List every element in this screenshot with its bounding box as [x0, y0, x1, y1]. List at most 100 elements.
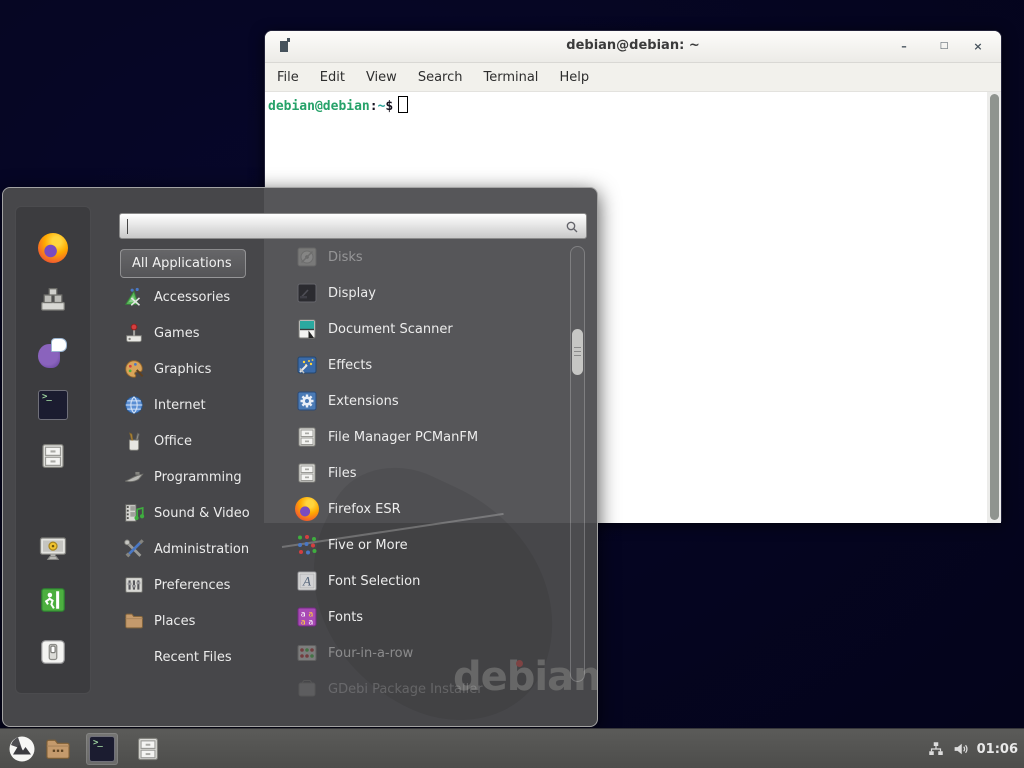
app-row-disks[interactable]: Disks — [285, 239, 571, 275]
terminal-menubar: File Edit View Search Terminal Help — [265, 63, 1001, 92]
category-label: Preferences — [154, 578, 230, 593]
category-games[interactable]: Games — [113, 315, 285, 351]
effects-icon — [295, 353, 319, 377]
app-row-firefox-esr[interactable]: Firefox ESR — [285, 491, 571, 527]
firefox-icon — [38, 233, 68, 263]
shell-prompt: debian@debian:~$ — [268, 96, 408, 114]
category-label: Recent Files — [154, 650, 232, 665]
app-label: Extensions — [328, 394, 399, 409]
network-icon[interactable] — [927, 740, 945, 758]
app-label: Four-in-a-row — [328, 646, 413, 661]
app-row-display[interactable]: Display — [285, 275, 571, 311]
favorite-pidgin[interactable] — [35, 335, 71, 371]
category-accessories[interactable]: Accessories — [113, 279, 285, 315]
menu-scrollbar-track[interactable] — [570, 246, 585, 682]
category-label: Office — [154, 434, 192, 449]
file-cabinet-icon — [295, 425, 319, 449]
gdebi-icon — [295, 677, 319, 701]
taskbar-clock[interactable]: 01:06 — [977, 742, 1018, 757]
application-list: Disks Display Document Scanner Effects E… — [285, 239, 571, 707]
lock-screen-icon — [38, 533, 68, 563]
category-office[interactable]: Office — [113, 423, 285, 459]
category-label: Internet — [154, 398, 206, 413]
prompt-colon: : — [370, 99, 378, 114]
terminal-scrollbar-handle[interactable] — [990, 94, 999, 520]
taskbar-file-manager-button[interactable] — [42, 733, 74, 765]
category-graphics[interactable]: Graphics — [113, 351, 285, 387]
app-row-file-manager-pcmanfm[interactable]: File Manager PCManFM — [285, 419, 571, 455]
menu-scrollbar-handle[interactable] — [572, 329, 583, 375]
taskbar-file-cabinet-button[interactable] — [132, 733, 164, 765]
administration-icon — [123, 538, 145, 560]
menu-edit[interactable]: Edit — [320, 70, 345, 85]
firefox-icon — [295, 497, 319, 521]
app-row-five-or-more[interactable]: Five or More — [285, 527, 571, 563]
app-label: File Manager PCManFM — [328, 430, 478, 445]
terminal-icon — [89, 736, 115, 762]
app-row-extensions[interactable]: Extensions — [285, 383, 571, 419]
terminal-titlebar[interactable]: debian@debian: ~ – □ × — [265, 31, 1001, 63]
menu-help[interactable]: Help — [559, 70, 589, 85]
menu-terminal[interactable]: Terminal — [483, 70, 538, 85]
category-label: Games — [154, 326, 199, 341]
app-row-effects[interactable]: Effects — [285, 347, 571, 383]
maximize-button[interactable]: □ — [933, 37, 955, 56]
svg-text:A: A — [302, 574, 311, 589]
app-label: Files — [328, 466, 357, 481]
category-all-applications[interactable]: All Applications — [120, 249, 246, 278]
terminal-scrollbar[interactable] — [987, 92, 1001, 523]
close-button[interactable]: × — [967, 37, 989, 56]
search-input[interactable] — [128, 216, 552, 238]
favorite-terminal[interactable] — [35, 387, 71, 423]
category-administration[interactable]: Administration — [113, 531, 285, 567]
programming-icon — [123, 466, 145, 488]
favorite-log-out[interactable] — [35, 582, 71, 618]
app-label: Display — [328, 286, 376, 301]
favorite-firefox[interactable] — [35, 230, 71, 266]
category-preferences[interactable]: Preferences — [113, 567, 285, 603]
five-or-more-icon — [295, 533, 319, 557]
app-row-four-in-a-row[interactable]: Four-in-a-row — [285, 635, 571, 671]
category-list: Accessories Games Graphics Internet Offi… — [113, 279, 285, 675]
system-tray: 01:06 — [927, 729, 1018, 768]
favorite-shut-down[interactable] — [35, 634, 71, 670]
app-row-document-scanner[interactable]: Document Scanner — [285, 311, 571, 347]
favorite-lock-screen[interactable] — [35, 530, 71, 566]
app-row-gdebi-package-installer[interactable]: GDebi Package Installer — [285, 671, 571, 707]
menu-file[interactable]: File — [277, 70, 299, 85]
favorite-package-manager[interactable] — [35, 282, 71, 318]
games-icon — [123, 322, 145, 344]
extensions-gear-icon — [295, 389, 319, 413]
app-row-font-selection[interactable]: A Font Selection — [285, 563, 571, 599]
search-box — [119, 213, 587, 239]
internet-globe-icon — [123, 394, 145, 416]
taskbar: 01:06 — [0, 728, 1024, 768]
file-cabinet-icon — [134, 735, 162, 763]
disks-icon — [295, 245, 319, 269]
minimize-button[interactable]: – — [893, 37, 915, 56]
app-label: GDebi Package Installer — [328, 682, 483, 697]
app-label: Font Selection — [328, 574, 420, 589]
preferences-icon — [123, 574, 145, 596]
category-sound-video[interactable]: Sound & Video — [113, 495, 285, 531]
menu-search[interactable]: Search — [418, 70, 463, 85]
search-icon — [564, 219, 580, 235]
category-places[interactable]: Places — [113, 603, 285, 639]
taskbar-menu-button[interactable] — [6, 733, 38, 765]
menu-view[interactable]: View — [366, 70, 397, 85]
category-label: Programming — [154, 470, 242, 485]
volume-icon[interactable] — [952, 740, 970, 758]
taskbar-terminal-button[interactable] — [86, 733, 118, 765]
folder-icon — [44, 735, 72, 763]
prompt-user-host: debian@debian — [268, 99, 370, 114]
document-scanner-icon — [295, 317, 319, 341]
app-row-files[interactable]: Files — [285, 455, 571, 491]
category-internet[interactable]: Internet — [113, 387, 285, 423]
favorite-file-manager[interactable] — [35, 438, 71, 474]
category-recent-files[interactable]: Recent Files — [113, 639, 285, 675]
terminal-title: debian@debian: ~ — [265, 38, 1001, 53]
app-row-fonts[interactable]: aaaa Fonts — [285, 599, 571, 635]
category-label: Accessories — [154, 290, 230, 305]
category-programming[interactable]: Programming — [113, 459, 285, 495]
display-icon — [295, 281, 319, 305]
